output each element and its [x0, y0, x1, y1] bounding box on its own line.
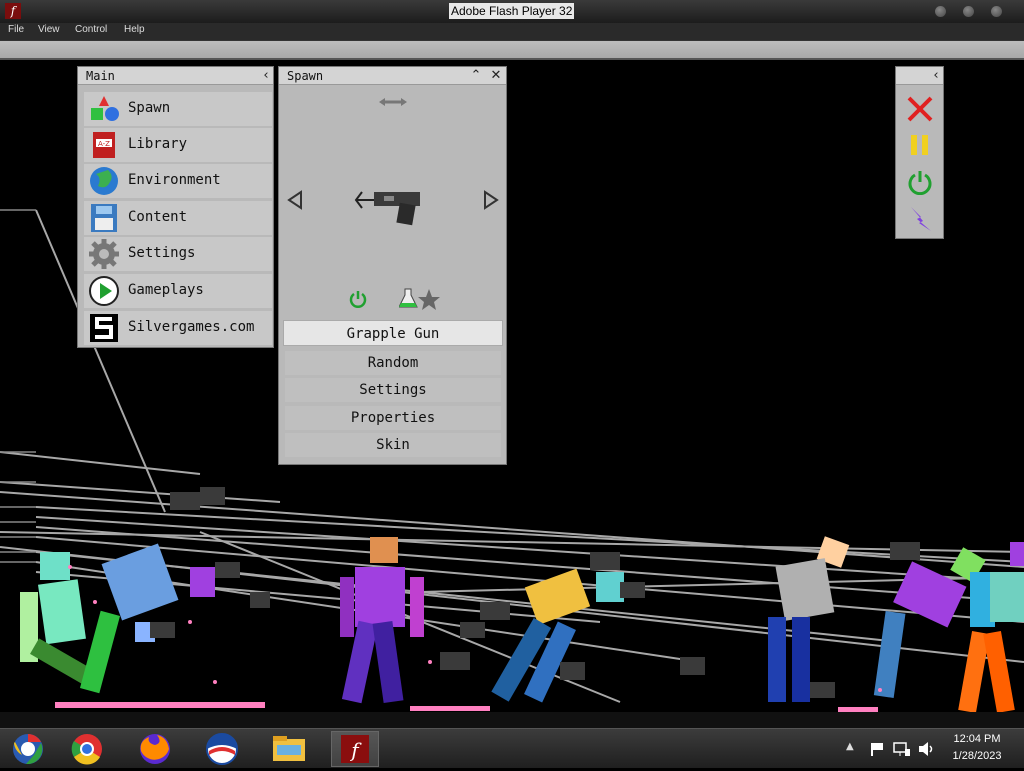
chrome-alt-icon[interactable] [4, 731, 52, 767]
obama-logo-icon[interactable] [198, 731, 246, 767]
selected-item-name: Grapple Gun [283, 320, 503, 346]
menu-item-content[interactable]: Content [84, 201, 272, 235]
lightning-icon[interactable] [907, 205, 935, 233]
random-button[interactable]: Random [285, 351, 501, 375]
window-title: Adobe Flash Player 32 [449, 3, 575, 19]
tray-time[interactable]: 12:04 PM [937, 733, 1017, 745]
main-panel-header: Main ‹ [78, 67, 273, 85]
settings-button[interactable]: Settings [285, 378, 501, 402]
menu-item-label: Gameplays [128, 282, 204, 298]
menu-bar: File View Control Help [0, 23, 1024, 40]
next-item-icon[interactable] [483, 190, 499, 210]
menu-item-spawn[interactable]: Spawn [84, 92, 272, 126]
stage-bottom-gap [0, 712, 1024, 728]
taskbar: f ▲ 12:04 PM 1/28/2023 [0, 728, 1024, 768]
firefox-icon[interactable] [131, 731, 179, 767]
power-toggle-icon[interactable] [348, 289, 368, 309]
flash-player-icon[interactable]: f [331, 731, 379, 767]
file-explorer-icon[interactable] [265, 731, 313, 767]
floppy-disk-icon [91, 204, 117, 232]
flag-icon[interactable] [869, 741, 885, 757]
gear-icon [89, 239, 119, 269]
properties-button[interactable]: Properties [285, 406, 501, 430]
close-red-x-icon[interactable] [906, 95, 934, 123]
control-panel-header: ‹ [896, 67, 943, 85]
menu-item-environment[interactable]: Environment [84, 164, 272, 198]
globe-icon [90, 167, 118, 195]
menu-item-gameplays[interactable]: Gameplays [84, 274, 272, 308]
maximize-button[interactable] [963, 6, 974, 17]
skin-button[interactable]: Skin [285, 433, 501, 457]
close-button[interactable] [991, 6, 1002, 17]
play-icon [89, 276, 119, 306]
tray-expand-icon[interactable]: ▲ [846, 741, 854, 752]
close-panel-icon[interactable]: ✕ [488, 68, 504, 84]
menu-item-silvergames[interactable]: Silvergames.com [84, 311, 272, 345]
menu-item-label: Environment [128, 172, 221, 188]
menu-item-label: Library [128, 136, 188, 152]
menu-file[interactable]: File [8, 24, 24, 35]
flask-star-icon[interactable] [399, 287, 441, 311]
prev-item-icon[interactable] [287, 190, 303, 210]
menu-item-label: Content [128, 209, 188, 225]
menu-item-label: Spawn [128, 100, 171, 116]
collapse-main-icon[interactable]: ‹ [258, 68, 274, 84]
pause-icon[interactable] [908, 133, 932, 157]
flash-app-icon: f [5, 3, 21, 19]
menu-item-label: Silvergames.com [128, 319, 255, 335]
chevron-up-icon[interactable]: ⌃ [468, 68, 484, 84]
grapple-gun-icon [354, 191, 420, 226]
menu-item-settings[interactable]: Settings [84, 237, 272, 271]
book-icon: A-Z [93, 132, 115, 158]
tray-date[interactable]: 1/28/2023 [937, 750, 1017, 762]
menu-item-label: Settings [128, 245, 196, 261]
control-panel: ‹ [895, 66, 944, 239]
double-arrow-icon [379, 98, 407, 106]
game-top-strip [0, 40, 1024, 60]
shapes-icon [91, 96, 119, 121]
menu-view[interactable]: View [38, 24, 60, 35]
main-panel: Main ‹ Spawn A-Z Library Environment Con [77, 66, 274, 348]
spawn-panel-title: Spawn [287, 69, 324, 83]
menu-item-library[interactable]: A-Z Library [84, 128, 272, 162]
spawn-panel: Spawn ⌃ ✕ Grapple Gun Random Settings Pr… [278, 66, 507, 465]
network-icon[interactable] [893, 741, 911, 757]
power-icon[interactable] [907, 169, 933, 195]
collapse-control-icon[interactable]: ‹ [928, 68, 944, 84]
menu-help[interactable]: Help [124, 24, 145, 35]
window-titlebar: f Adobe Flash Player 32 [0, 0, 1024, 23]
minimize-button[interactable] [935, 6, 946, 17]
chrome-icon[interactable] [63, 731, 111, 767]
svg-text:A-Z: A-Z [98, 140, 110, 148]
spawn-panel-header: Spawn ⌃ ✕ [279, 67, 506, 85]
menu-control[interactable]: Control [75, 24, 107, 35]
main-panel-title: Main [86, 69, 115, 83]
silvergames-logo-icon [90, 314, 118, 342]
speaker-icon[interactable] [917, 741, 935, 757]
